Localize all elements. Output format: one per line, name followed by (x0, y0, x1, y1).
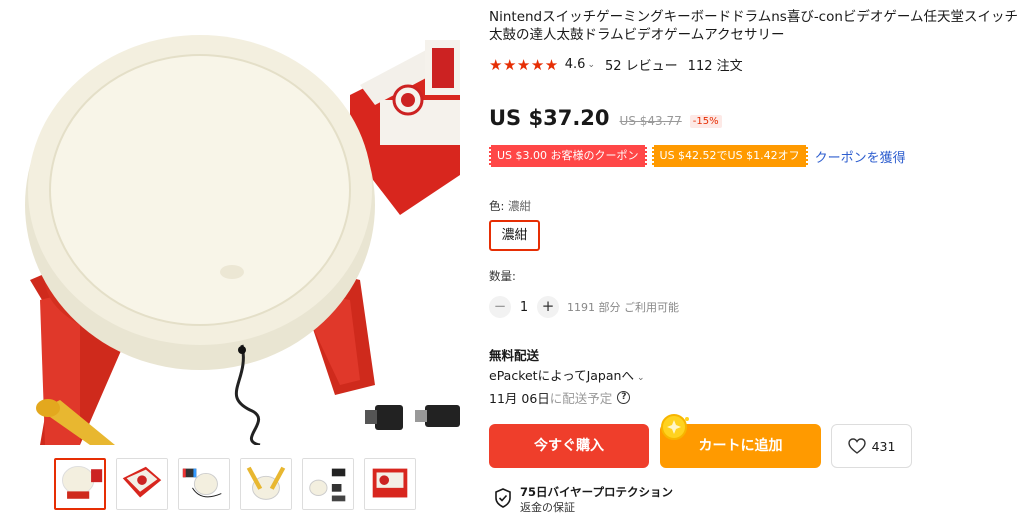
protection-title: 75日バイヤープロテクション (520, 485, 673, 499)
shipping-method-selector[interactable]: ePacketによってJapanへ ⌄ (489, 365, 645, 384)
product-title: Nintendスイッチゲーミングキーボードドラムns喜び-conビデオゲーム任天… (489, 9, 1019, 43)
thumbnail-5[interactable] (302, 458, 354, 510)
quantity-stepper: − 1 + 1191 部分 ご利用可能 (489, 296, 679, 318)
rating-caret-icon[interactable]: ⌄ (587, 60, 595, 70)
current-price: US $37.20 (489, 106, 610, 130)
quantity-input[interactable]: 1 (511, 300, 537, 315)
color-label: 色: 濃紺 (489, 199, 532, 213)
product-page: Nintendスイッチゲーミングキーボードドラムns喜び-conビデオゲーム任天… (0, 0, 1024, 523)
thumbnail-2[interactable] (116, 458, 168, 510)
chevron-down-icon[interactable]: ⌄ (637, 373, 645, 383)
increase-quantity-button[interactable]: + (537, 296, 559, 318)
thumbnail-3[interactable] (178, 458, 230, 510)
wishlist-button[interactable]: 431 (831, 424, 912, 468)
delivery-date-suffix: に配送予定 (549, 391, 613, 406)
color-option-navy[interactable]: 濃紺 (489, 220, 540, 251)
delivery-date: 11月 06日 に配送予定 ? (489, 388, 631, 407)
thumbnail-6[interactable] (364, 458, 416, 510)
reviews-link[interactable]: 52 レビュー (605, 55, 678, 74)
threshold-coupon[interactable]: US $42.52でUS $1.42オフ (651, 145, 808, 167)
price-row: US $37.20 US $43.77 -15% (489, 106, 722, 130)
original-price: US $43.77 (619, 114, 682, 128)
buy-now-button[interactable]: 今すぐ購入 (489, 424, 649, 468)
get-coupons-link[interactable]: クーポンを獲得 (815, 147, 906, 166)
rating-value[interactable]: 4.6 (565, 57, 586, 72)
thumbnail-1[interactable] (54, 458, 106, 510)
coupon-row: US $3.00 お客様のクーポン US $42.52でUS $1.42オフ ク… (489, 145, 906, 167)
protection-subtitle: 返金の保証 (520, 501, 575, 514)
rating-stars-icon: ★★★★★ (489, 55, 559, 74)
quantity-label: 数量: (489, 269, 516, 283)
main-product-image[interactable] (20, 0, 460, 445)
wishlist-count[interactable]: 431 (872, 439, 896, 454)
shipping-title: 無料配送 (489, 348, 540, 363)
shield-check-icon (495, 488, 511, 508)
buyer-protection[interactable]: 75日バイヤープロテクション 返金の保証 (494, 485, 673, 515)
quantity-available: 1191 部分 ご利用可能 (567, 301, 679, 314)
delivery-date-value: 11月 06日 (489, 391, 550, 406)
selected-color: 濃紺 (508, 199, 532, 213)
heart-icon[interactable] (847, 438, 866, 454)
coin-icon (661, 414, 689, 440)
help-icon[interactable]: ? (617, 391, 631, 404)
rating-row: ★★★★★ 4.6 ⌄ 52 レビュー 112 注文 (489, 55, 743, 75)
orders-count: 112 注文 (687, 59, 743, 74)
thumbnail-strip (54, 458, 416, 510)
store-coupon[interactable]: US $3.00 お客様のクーポン (489, 145, 647, 167)
thumbnail-4[interactable] (240, 458, 292, 510)
discount-badge: -15% (689, 115, 722, 128)
decrease-quantity-button[interactable]: − (489, 296, 511, 318)
